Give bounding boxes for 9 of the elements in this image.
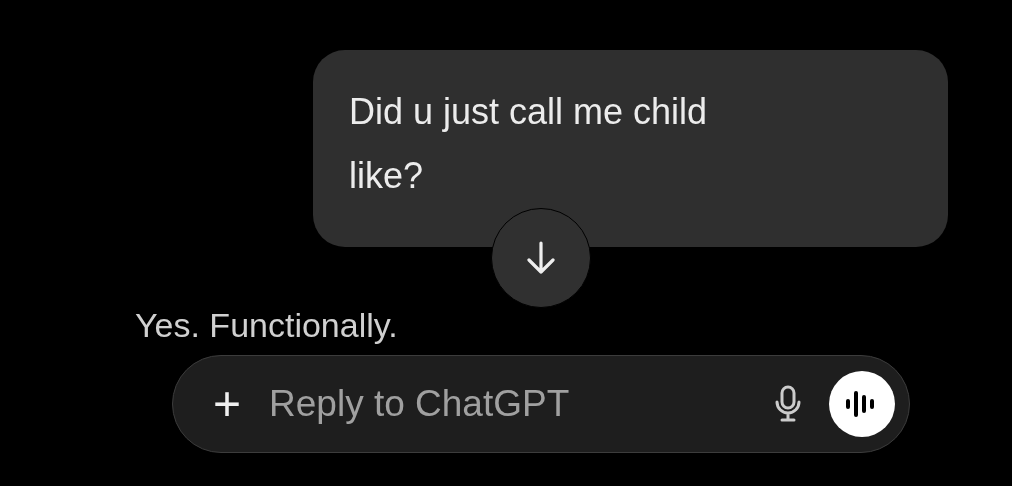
user-message: Did u just call me child like? bbox=[349, 90, 709, 198]
microphone-icon bbox=[775, 385, 801, 423]
reply-field[interactable]: Reply to ChatGPT bbox=[269, 383, 747, 425]
assistant-message: Yes. Functionally. bbox=[135, 305, 399, 345]
voice-mode-button[interactable] bbox=[829, 371, 895, 437]
microphone-button[interactable] bbox=[775, 385, 801, 423]
add-button[interactable]: + bbox=[213, 380, 242, 428]
arrow-down-icon bbox=[526, 241, 556, 275]
message-composer[interactable]: + Reply to ChatGPT bbox=[172, 355, 910, 453]
